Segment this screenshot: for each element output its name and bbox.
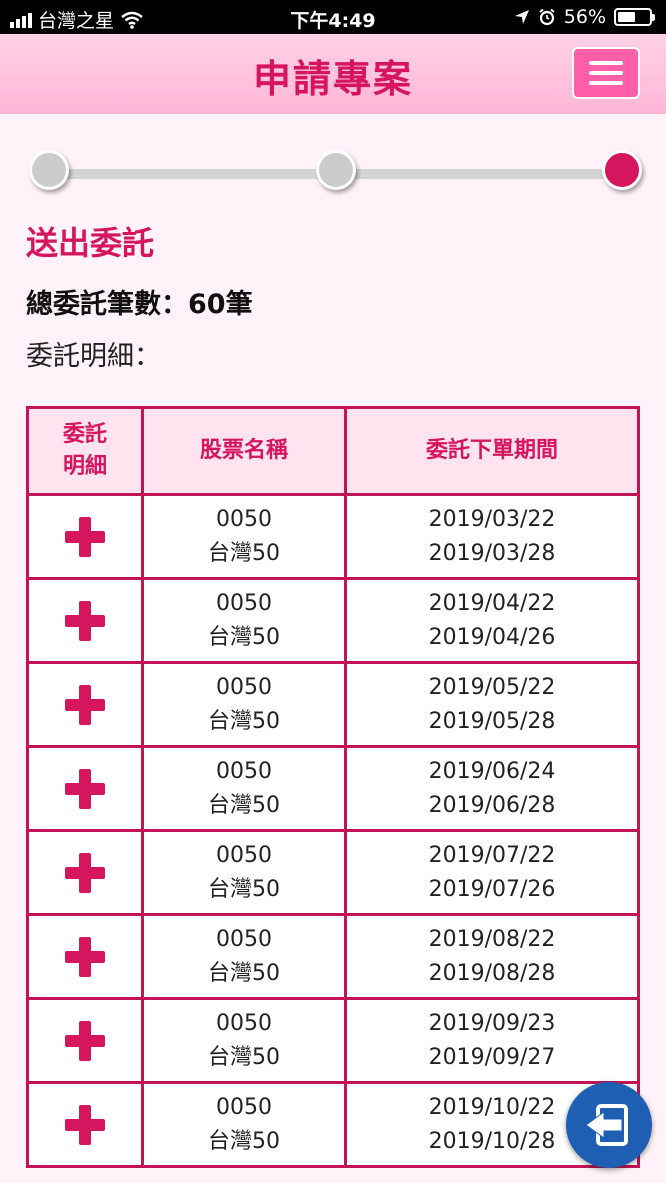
stock-name: 台灣50 (208, 708, 280, 734)
battery-icon (614, 8, 655, 26)
expand-cell[interactable] (26, 913, 144, 1000)
plus-icon[interactable] (65, 852, 105, 893)
step-3-indicator (602, 150, 642, 190)
stock-name: 台灣50 (208, 540, 280, 566)
stock-name: 台灣50 (208, 1128, 280, 1154)
stock-cell: 0050 台灣50 (141, 1081, 347, 1168)
stock-name: 台灣50 (208, 1044, 280, 1070)
stock-code: 0050 (216, 842, 272, 868)
menu-button[interactable] (572, 47, 640, 99)
plus-icon[interactable] (65, 768, 105, 809)
section-title: 送出委託 (26, 224, 155, 262)
stock-code: 0050 (216, 758, 272, 784)
stock-code: 0050 (216, 674, 272, 700)
stock-code: 0050 (216, 506, 272, 532)
stock-code: 0050 (216, 1094, 272, 1120)
period-cell: 2019/04/22 2019/04/26 (344, 577, 640, 664)
expand-cell[interactable] (26, 661, 144, 748)
stock-cell: 0050 台灣50 (141, 913, 347, 1000)
table-header-row: 委託 明細 股票名稱 委託下單期間 (26, 406, 640, 496)
details-label: 委託明細： (26, 341, 161, 372)
table-row: 0050 台灣50 2019/06/24 2019/06/28 (26, 745, 640, 832)
period-start: 2019/09/23 (428, 1010, 556, 1036)
period-end: 2019/09/27 (428, 1044, 556, 1070)
alarm-clock-icon (539, 8, 555, 26)
period-end: 2019/08/28 (428, 960, 556, 986)
stock-code: 0050 (216, 590, 272, 616)
step-1-indicator (29, 150, 69, 190)
progress-stepper (29, 150, 642, 190)
period-start: 2019/04/22 (428, 590, 556, 616)
stock-code: 0050 (216, 1010, 272, 1036)
table-row: 0050 台灣50 2019/08/22 2019/08/28 (26, 913, 640, 1000)
stock-code: 0050 (216, 926, 272, 952)
location-arrow-icon (514, 10, 529, 24)
exit-button[interactable] (566, 1082, 652, 1168)
expand-cell[interactable] (26, 745, 144, 832)
expand-cell[interactable] (26, 577, 144, 664)
header-detail: 委託 明細 (26, 406, 144, 496)
step-2-indicator (316, 150, 356, 190)
plus-icon[interactable] (65, 1104, 105, 1145)
plus-icon[interactable] (65, 600, 105, 641)
exit-icon (585, 1104, 628, 1146)
status-bar: 台灣之星 下午4:49 56% (0, 0, 666, 34)
period-cell: 2019/03/22 2019/03/28 (344, 493, 640, 580)
period-end: 2019/04/26 (428, 624, 556, 650)
stock-name: 台灣50 (208, 960, 280, 986)
table-row: 0050 台灣50 2019/10/22 2019/10/28 (26, 1081, 640, 1168)
period-cell: 2019/09/23 2019/09/27 (344, 997, 640, 1084)
period-cell: 2019/08/22 2019/08/28 (344, 913, 640, 1000)
plus-icon[interactable] (65, 936, 105, 977)
app-header: 申請專案 (0, 34, 666, 114)
header-stock-name: 股票名稱 (141, 406, 347, 496)
battery-percent: 56% (563, 6, 606, 28)
stock-cell: 0050 台灣50 (141, 493, 347, 580)
period-end: 2019/05/28 (428, 708, 556, 734)
total-orders: 總委託筆數：60筆 (26, 289, 253, 320)
page-title: 申請專案 (252, 57, 413, 101)
period-end: 2019/03/28 (428, 540, 556, 566)
table-row: 0050 台灣50 2019/04/22 2019/04/26 (26, 577, 640, 664)
expand-cell[interactable] (26, 493, 144, 580)
stock-cell: 0050 台灣50 (141, 577, 347, 664)
plus-icon[interactable] (65, 1020, 105, 1061)
orders-table: 委託 明細 股票名稱 委託下單期間 0050 台灣50 2019/03/22 2019… (26, 406, 640, 1168)
table-row: 0050 台灣50 2019/05/22 2019/05/28 (26, 661, 640, 748)
stock-name: 台灣50 (208, 624, 280, 650)
stock-cell: 0050 台灣50 (141, 745, 347, 832)
stock-cell: 0050 台灣50 (141, 661, 347, 748)
status-right: 56% (514, 6, 655, 28)
expand-cell[interactable] (26, 997, 144, 1084)
expand-cell[interactable] (26, 829, 144, 916)
stock-name: 台灣50 (208, 876, 280, 902)
table-row: 0050 台灣50 2019/09/23 2019/09/27 (26, 997, 640, 1084)
period-cell: 2019/07/22 2019/07/26 (344, 829, 640, 916)
period-start: 2019/07/22 (428, 842, 556, 868)
stock-cell: 0050 台灣50 (141, 997, 347, 1084)
table-row: 0050 台灣50 2019/07/22 2019/07/26 (26, 829, 640, 916)
period-start: 2019/05/22 (428, 674, 556, 700)
table-row: 0050 台灣50 2019/03/22 2019/03/28 (26, 493, 640, 580)
period-start: 2019/06/24 (428, 758, 556, 784)
period-end: 2019/07/26 (428, 876, 556, 902)
stock-cell: 0050 台灣50 (141, 829, 347, 916)
stock-name: 台灣50 (208, 792, 280, 818)
period-cell: 2019/05/22 2019/05/28 (344, 661, 640, 748)
period-cell: 2019/06/24 2019/06/28 (344, 745, 640, 832)
period-start: 2019/08/22 (428, 926, 556, 952)
period-start: 2019/03/22 (428, 506, 556, 532)
plus-icon[interactable] (65, 684, 105, 725)
expand-cell[interactable] (26, 1081, 144, 1168)
period-end: 2019/06/28 (428, 792, 556, 818)
plus-icon[interactable] (65, 516, 105, 557)
header-period: 委託下單期間 (344, 406, 640, 496)
